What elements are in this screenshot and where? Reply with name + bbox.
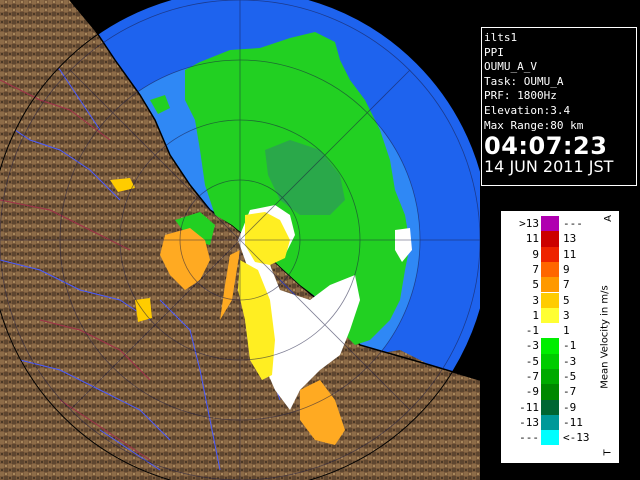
legend-row: -13 -11 [501, 414, 619, 431]
legend-row: >13 --- [501, 216, 619, 232]
legend-lower-bound: -13 [519, 415, 539, 429]
legend-row: -11 -9 [501, 399, 619, 415]
legend-lower-bound: 3 [532, 293, 539, 307]
legend-color-swatch [541, 216, 559, 232]
legend-lower-bound: -9 [525, 385, 539, 399]
legend-color-swatch [541, 292, 559, 308]
legend-upper-bound: 11 [563, 247, 577, 261]
legend-color-swatch [541, 384, 559, 400]
legend-lower-bound: -1 [525, 324, 539, 338]
scan-date: 14 JUN 2011 JST [484, 157, 614, 177]
legend-color-swatch [541, 231, 559, 247]
legend-bottom-mark: T [602, 449, 614, 456]
legend-upper-bound: 1 [563, 324, 570, 338]
task-name: Task: OUMU_A [484, 74, 564, 88]
legend-color-swatch [541, 277, 559, 293]
legend-color-swatch [541, 430, 559, 446]
radar-ppi-map[interactable] [0, 0, 480, 480]
legend-color-swatch [541, 414, 559, 431]
legend-upper-bound: -3 [563, 354, 577, 368]
legend-color-swatch [541, 369, 559, 385]
legend-color-swatch [541, 323, 559, 339]
legend-row: 79 [501, 261, 619, 278]
legend-top-mark: A [602, 215, 614, 222]
legend-lower-bound: -11 [519, 400, 539, 414]
legend-lower-bound: 11 [525, 232, 539, 246]
max-range-value: Max Range:80 km [484, 118, 584, 132]
legend-upper-bound: -9 [563, 400, 577, 414]
legend-upper-bound: -1 [563, 339, 577, 353]
legend-color-swatch [541, 338, 559, 354]
radar-map-canvas [0, 0, 480, 480]
legend-upper-bound: 13 [563, 232, 577, 246]
site-name: ilts1 [484, 31, 518, 44]
legend-lower-bound: 9 [532, 247, 539, 261]
legend-lower-bound: 1 [532, 308, 539, 322]
legend-row: 9 11 [501, 246, 619, 262]
elevation-value: Elevation:3.4 [484, 103, 571, 117]
legend-color-swatch [541, 246, 559, 262]
scan-time: 04:07:23 [484, 132, 608, 161]
product-type: PPI [484, 45, 504, 59]
prf-value: PRF: 1800Hz [484, 89, 557, 103]
legend-unit-label: Mean Velocity in m/s [599, 285, 611, 389]
range-rings [0, 0, 480, 480]
legend-upper-bound: 3 [563, 308, 570, 322]
velocity-legend: >13 --- 11 13 9 11 7 9 5 7 3 5 1 3 -1 1 -3 -1 -5 -3 -7 -5 -9 -7… [500, 210, 620, 464]
legend-lower-bound: 5 [532, 278, 539, 292]
scan-name: OUMU_A_V [484, 60, 537, 74]
legend-lower-bound: 7 [532, 262, 539, 276]
legend-lower-bound: -3 [525, 339, 539, 353]
legend-color-swatch [541, 353, 559, 369]
legend-upper-bound: 5 [563, 293, 570, 307]
legend-upper-bound: -7 [563, 385, 577, 399]
legend-lower-bound: --- [519, 431, 539, 445]
legend-lower-bound: -7 [525, 370, 539, 383]
legend-color-swatch [541, 307, 559, 324]
legend-upper-bound: <-13 [563, 431, 590, 445]
legend-color-swatch [541, 399, 559, 415]
legend-upper-bound: --- [563, 217, 583, 230]
side-panel: ilts1 PPI OUMU_A_V Task: OUMU_A PRF: 180… [480, 0, 640, 480]
legend-lower-bound: >13 [519, 217, 539, 230]
legend-upper-bound: -5 [563, 370, 577, 383]
legend-color-swatch [541, 261, 559, 278]
legend-upper-bound: -11 [563, 415, 583, 429]
legend-upper-bound: 9 [563, 262, 570, 276]
legend-upper-bound: 7 [563, 278, 570, 292]
legend-row: 11 13 [501, 231, 619, 247]
legend-lower-bound: -5 [525, 354, 539, 368]
scan-info-box: ilts1 PPI OUMU_A_V Task: OUMU_A PRF: 180… [481, 27, 637, 186]
legend-row: --- <-13 [501, 430, 619, 446]
